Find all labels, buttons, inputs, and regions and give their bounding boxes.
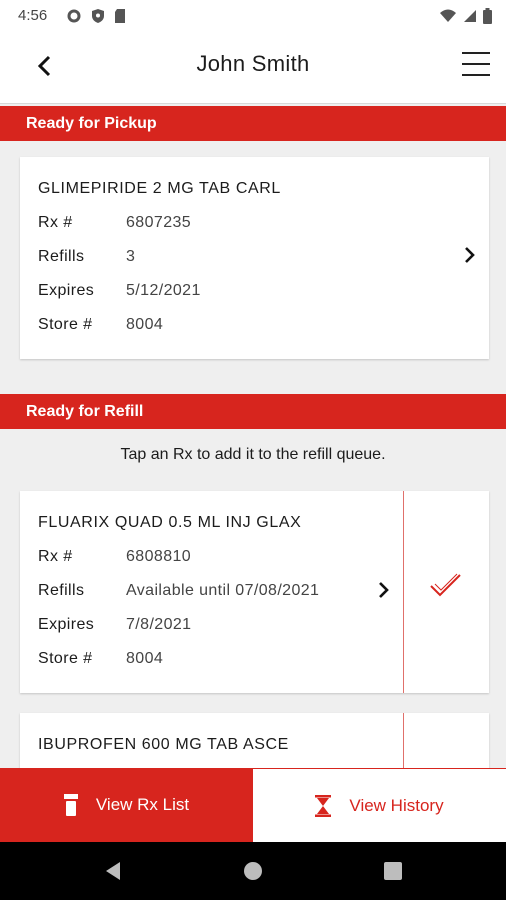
refill-section-header: Ready for Refill <box>0 394 506 429</box>
signal-icon <box>464 10 476 22</box>
app-bar: John Smith <box>0 32 506 104</box>
view-rx-list-button[interactable]: View Rx List <box>0 768 253 842</box>
store-row: Store #8004 <box>38 316 164 333</box>
refills-row: Refills 3 <box>38 248 136 265</box>
view-history-button[interactable]: View History <box>253 768 506 842</box>
shield-icon <box>92 9 104 23</box>
chevron-right-icon[interactable] <box>460 245 480 265</box>
refill-hint: Tap an Rx to add it to the refill queue. <box>120 446 386 463</box>
rx-name: GLIMEPIRIDE 2 MG TAB CARL <box>38 180 281 197</box>
page-title: John Smith <box>196 51 310 76</box>
view-rx-list-label: View Rx List <box>95 795 190 814</box>
expires-row: Expires 7/8/2021 <box>38 616 192 633</box>
chevron-right-icon[interactable] <box>374 580 394 600</box>
hourglass-icon <box>315 794 332 817</box>
status-time: 4:56 <box>18 7 48 24</box>
pickup-rx-card[interactable]: GLIMEPIRIDE 2 MG TAB CARL Rx #6807235 Re… <box>20 157 489 359</box>
rx-number-row: Rx #6807235 <box>38 214 192 231</box>
refill-select-toggle[interactable] <box>428 571 464 601</box>
bottom-tab-bar: View Rx List View History <box>0 768 506 842</box>
refills-row: Refills Available until 07/08/2021 <box>38 582 320 599</box>
pill-bottle-icon <box>63 794 78 816</box>
battery-icon <box>483 8 492 24</box>
rx-name: FLUARIX QUAD 0.5 ML INJ GLAX <box>38 514 302 531</box>
menu-icon <box>462 52 490 54</box>
refill-rx-card[interactable]: FLUARIX QUAD 0.5 ML INJ GLAX Rx #6808810… <box>20 491 489 693</box>
nav-back-icon[interactable] <box>101 859 125 883</box>
card-divider <box>403 491 404 693</box>
expires-row: Expires 5/12/2021 <box>38 282 201 299</box>
nav-recents-icon[interactable] <box>381 859 405 883</box>
pickup-section-header: Ready for Pickup <box>0 106 506 141</box>
view-history-label: View History <box>349 795 444 815</box>
sim-card-icon <box>115 9 125 23</box>
rx-number-row: Rx #6808810 <box>38 548 192 565</box>
status-bar: 4:56 <box>0 0 506 32</box>
system-nav-bar <box>0 842 506 900</box>
checkmark-icon <box>430 573 461 597</box>
settings-icon <box>67 9 81 23</box>
nav-home-icon[interactable] <box>241 859 265 883</box>
rx-name: IBUPROFEN 600 MG TAB ASCE <box>38 736 289 753</box>
wifi-icon <box>440 9 456 22</box>
menu-button[interactable] <box>458 48 494 80</box>
store-row: Store #8004 <box>38 650 164 667</box>
